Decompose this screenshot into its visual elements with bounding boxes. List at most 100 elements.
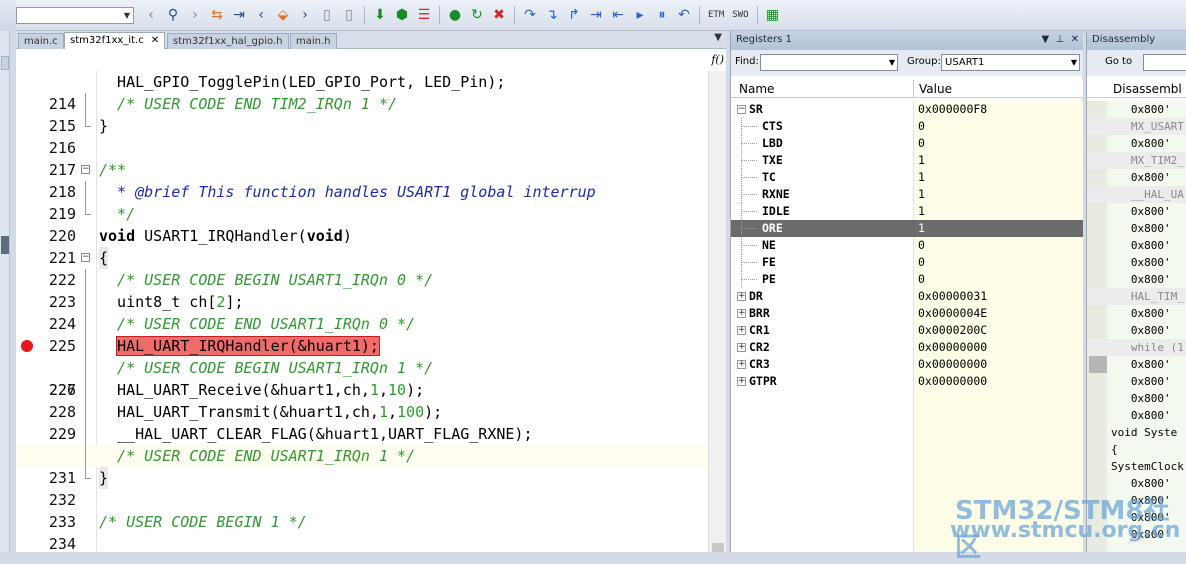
code-line[interactable]: 228 HAL_UART_Receive(&huart1,ch,1,10); [16, 379, 708, 421]
register-row[interactable]: + GTPR 0x00000000 [731, 373, 1083, 390]
left-strip-scroll-thumb[interactable] [1, 236, 9, 254]
instruction-line[interactable]: 0x800' [1087, 271, 1186, 288]
code-line[interactable]: 234 /* USER CODE BEGIN 1 */ [16, 511, 708, 552]
page-next-icon[interactable]: ▯ [339, 4, 359, 26]
instruction-line[interactable]: SystemClock [1087, 458, 1186, 475]
instruction-line[interactable]: 0x800' [1087, 169, 1186, 186]
chevron-down-icon[interactable]: ▼ [1041, 34, 1049, 45]
register-value[interactable]: 0 [918, 237, 925, 254]
group-select[interactable]: USART1 ▼ [941, 54, 1080, 71]
code-line[interactable]: 229 HAL_UART_Transmit(&huart1,ch,1,100); [16, 401, 708, 443]
register-value[interactable]: 0x0000004E [918, 305, 987, 322]
column-separator[interactable] [913, 80, 914, 98]
register-row[interactable]: CTS 0 [731, 118, 1083, 135]
code-line-breakpoint[interactable]: 226 HAL_UART_IRQHandler(&huart1); [16, 335, 708, 399]
register-value[interactable]: 1 [918, 186, 925, 203]
register-value[interactable]: 1 [918, 152, 925, 169]
code-line[interactable]: 214 HAL_GPIO_TogglePin(LED_GPIO_Port, LE… [16, 71, 708, 113]
chevron-down-icon[interactable]: ▼ [1071, 55, 1077, 70]
code-line[interactable]: 233 [16, 489, 708, 531]
expand-icon[interactable]: + [737, 343, 746, 352]
step-over-icon[interactable]: ↴ [542, 4, 562, 26]
editor-vertical-scrollbar[interactable] [708, 71, 726, 552]
indent-icon[interactable]: ⇥ [229, 4, 249, 26]
back-icon[interactable]: ‹ [141, 4, 161, 26]
tab-main-h[interactable]: main.h [290, 33, 337, 49]
source-line[interactable]: while (1 [1087, 339, 1186, 356]
register-value[interactable]: 0x00000000 [918, 356, 987, 373]
register-row[interactable]: + CR1 0x0000200C [731, 322, 1083, 339]
code-line-current[interactable]: 231 /* USER CODE END USART1_IRQn 1 */ [16, 445, 708, 487]
shield-icon[interactable]: ⬢ [392, 4, 412, 26]
column-header-value[interactable]: Value [919, 80, 952, 98]
code-line[interactable]: 230 __HAL_UART_CLEAR_FLAG(&huart1,UART_F… [16, 423, 708, 465]
nav-forward-icon[interactable]: › [295, 4, 315, 26]
step-out-icon[interactable]: ↱ [564, 4, 584, 26]
source-line[interactable]: MX_USART [1087, 118, 1186, 135]
find-input[interactable]: ▼ [760, 54, 898, 71]
register-value[interactable]: 0x00000031 [918, 288, 987, 305]
instruction-line[interactable]: 0x800' [1087, 322, 1186, 339]
fold-collapse-icon[interactable]: − [81, 165, 90, 174]
code-line[interactable]: 227 /* USER CODE BEGIN USART1_IRQn 1 */ [16, 357, 708, 399]
run-to-cursor-icon[interactable]: ⇥ [586, 4, 606, 26]
register-value[interactable]: 0 [918, 118, 925, 135]
show-next-icon[interactable]: ⇤ [608, 4, 628, 26]
register-value[interactable]: 1 [918, 169, 925, 186]
instruction-line[interactable]: 0x800' [1087, 390, 1186, 407]
pause-icon[interactable]: ⏸ [652, 4, 672, 26]
source-line[interactable]: __HAL_UA [1087, 186, 1186, 203]
close-icon[interactable]: ✕ [151, 35, 159, 46]
step-in-icon[interactable]: ↷ [520, 4, 540, 26]
close-icon[interactable]: ✕ [1071, 34, 1079, 45]
instruction-line[interactable]: void Syste [1087, 424, 1186, 441]
register-row[interactable]: TXE 1 [731, 152, 1083, 169]
register-value[interactable]: 0 [918, 135, 925, 152]
run-icon[interactable]: ● [445, 4, 465, 26]
list-icon[interactable]: ☰ [414, 4, 434, 26]
code-area[interactable]: 214 HAL_GPIO_TogglePin(LED_GPIO_Port, LE… [16, 71, 726, 552]
code-line[interactable]: 217 [16, 137, 708, 179]
download-icon[interactable]: ⬇ [370, 4, 390, 26]
source-line[interactable]: HAL_TIM_ [1087, 288, 1186, 305]
chevron-down-icon[interactable]: ▼ [714, 32, 722, 43]
chevron-down-icon[interactable]: ▼ [889, 55, 895, 70]
instruction-line[interactable]: 0x800' [1087, 373, 1186, 390]
register-value[interactable]: 0x00000000 [918, 373, 987, 390]
tab-stm32f1xx-hal-gpio-h[interactable]: stm32f1xx_hal_gpio.h [167, 33, 289, 49]
expand-icon[interactable]: + [737, 377, 746, 386]
expand-icon[interactable]: + [737, 309, 746, 318]
tab-stm32f1xx-it-c[interactable]: stm32f1xx_it.c ✕ [64, 32, 166, 50]
code-line[interactable]: 223 /* USER CODE BEGIN USART1_IRQn 0 */ [16, 269, 708, 311]
register-row[interactable]: RXNE 1 [731, 186, 1083, 203]
register-row[interactable]: + CR3 0x00000000 [731, 356, 1083, 373]
register-row[interactable]: LBD 0 [731, 135, 1083, 152]
code-line[interactable]: 224 uint8_t ch[2]; [16, 291, 708, 333]
code-line[interactable]: 222 − { [16, 247, 708, 289]
instruction-line[interactable]: 0x800' [1087, 101, 1186, 118]
fold-collapse-icon[interactable]: − [81, 253, 90, 262]
instruction-line[interactable]: 0x800' [1087, 135, 1186, 152]
register-value[interactable]: 0x0000200C [918, 322, 987, 339]
register-row[interactable]: + BRR 0x0000004E [731, 305, 1083, 322]
instruction-line[interactable]: { [1087, 441, 1186, 458]
code-line[interactable]: 215 /* USER CODE END TIM2_IRQn 1 */ [16, 93, 708, 135]
code-line[interactable]: 221 void USART1_IRQHandler(void) [16, 225, 708, 267]
instruction-line[interactable]: 0x800' [1087, 203, 1186, 220]
undo-icon[interactable]: ↶ [674, 4, 694, 26]
code-line[interactable]: 225 /* USER CODE END USART1_IRQn 0 */ [16, 313, 708, 355]
instruction-line[interactable]: 0x800' [1087, 407, 1186, 424]
left-strip-marker[interactable] [1, 56, 9, 70]
reset-icon[interactable]: ↻ [467, 4, 487, 26]
code-line[interactable]: 220 */ [16, 203, 708, 245]
tab-main-c[interactable]: main.c [18, 33, 64, 49]
register-row[interactable]: + DR 0x00000031 [731, 288, 1083, 305]
pin-icon[interactable]: ⊥ [1056, 34, 1065, 45]
register-value[interactable]: 1 [918, 203, 925, 220]
jump-icon[interactable]: ⇆ [207, 4, 227, 26]
register-row[interactable]: − SR 0x000000F8 [731, 101, 1083, 118]
etm-button[interactable]: ETM [708, 10, 724, 20]
register-value[interactable]: 0 [918, 254, 925, 271]
code-line[interactable]: 216 } [16, 115, 708, 157]
forward-icon[interactable]: › [185, 4, 205, 26]
